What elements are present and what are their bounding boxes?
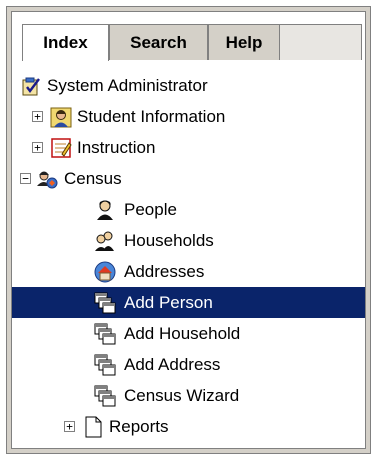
census-group-icon — [36, 168, 58, 190]
tree-item-add-person[interactable]: Add Person — [12, 287, 365, 318]
tree-item-reports[interactable]: + Reports — [12, 411, 365, 442]
tab-search[interactable]: Search — [109, 24, 208, 60]
tree-item-census[interactable]: − Census — [12, 163, 365, 194]
tree-item-label: Add Address — [124, 354, 221, 374]
tree-item-student-information[interactable]: + Student Information — [12, 101, 365, 132]
tree-item-label: System Administrator — [47, 75, 208, 95]
expand-icon[interactable]: + — [64, 421, 75, 432]
tree-item-label: Census — [64, 168, 122, 188]
notebook-icon — [50, 137, 72, 159]
navigation-panel-content: Index Search Help System Administrator +… — [11, 11, 366, 449]
tab-bar: Index Search Help — [22, 24, 362, 61]
tree-item-people[interactable]: People — [12, 194, 365, 225]
tree-item-instruction[interactable]: + Instruction — [12, 132, 365, 163]
house-icon — [94, 261, 116, 283]
collapse-icon[interactable]: − — [20, 173, 31, 184]
tree-item-census-wizard[interactable]: Census Wizard — [12, 380, 365, 411]
tree-item-label: Addresses — [124, 261, 205, 281]
tree-item-add-address[interactable]: Add Address — [12, 349, 365, 380]
tree-item-label: People — [124, 199, 177, 219]
tree-item-label: Add Household — [124, 323, 241, 343]
tree-item-households[interactable]: Households — [12, 225, 365, 256]
expand-icon[interactable]: + — [32, 111, 43, 122]
tree-item-label: Reports — [109, 416, 169, 436]
windows-stack-icon — [94, 323, 116, 345]
document-icon — [82, 416, 104, 438]
tree-item-label: Households — [124, 230, 214, 250]
expand-icon[interactable]: + — [32, 142, 43, 153]
person-icon — [94, 199, 116, 221]
tree-item-label: Census Wizard — [124, 385, 240, 405]
windows-stack-icon — [94, 385, 116, 407]
tree-item-system-administrator[interactable]: System Administrator — [12, 70, 365, 101]
tree-item-addresses[interactable]: Addresses — [12, 256, 365, 287]
windows-stack-icon — [94, 354, 116, 376]
student-icon — [50, 106, 72, 128]
tab-bar-filler — [280, 24, 362, 60]
windows-stack-icon — [94, 292, 116, 314]
navigation-panel: Index Search Help System Administrator +… — [6, 6, 371, 454]
household-icon — [94, 230, 116, 252]
tab-help[interactable]: Help — [208, 24, 280, 60]
tab-index[interactable]: Index — [22, 24, 109, 61]
clipboard-check-icon — [20, 75, 42, 97]
tree-item-label: Student Information — [77, 106, 226, 126]
tree-item-label: Add Person — [124, 292, 213, 312]
tree-item-label: Instruction — [77, 137, 156, 157]
tree-item-add-household[interactable]: Add Household — [12, 318, 365, 349]
